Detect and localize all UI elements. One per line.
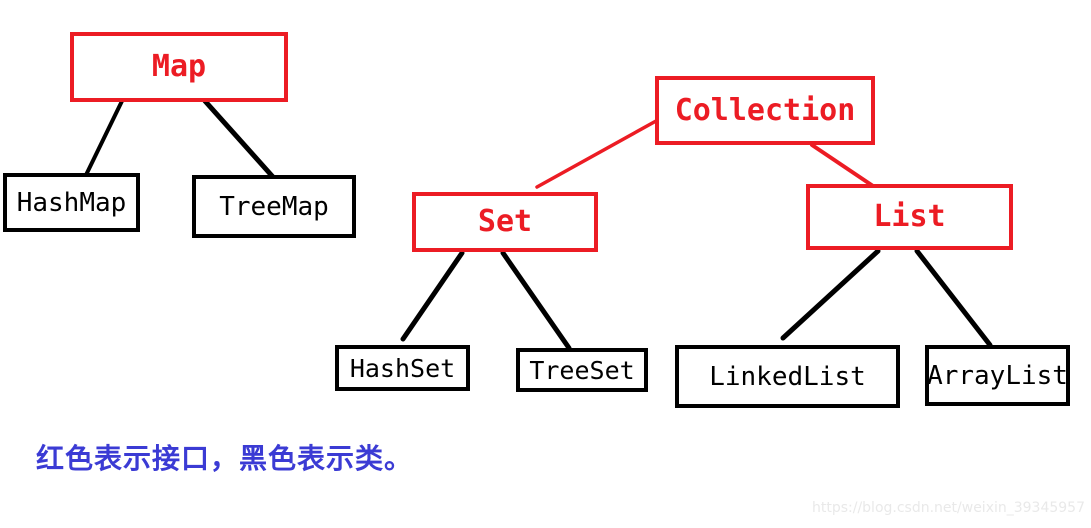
edge-collection-list: [810, 143, 875, 188]
node-arraylist[interactable]: ArrayList: [925, 345, 1070, 406]
node-label-map: Map: [151, 49, 207, 84]
edge-set-treeset: [500, 250, 572, 351]
node-map[interactable]: Map: [70, 32, 288, 102]
node-label-treeset: TreeSet: [529, 355, 635, 385]
node-label-treemap: TreeMap: [219, 191, 329, 222]
node-treemap[interactable]: TreeMap: [192, 175, 356, 238]
edge-set-hashset: [400, 250, 465, 342]
node-label-set: Set: [477, 204, 533, 239]
diagram-canvas: Map HashMap TreeMap Collection Set List HashSe…: [0, 0, 1091, 528]
edge-map-hashmap: [84, 99, 124, 177]
legend-caption: 红色表示接口，黑色表示类。: [36, 442, 414, 475]
node-label-list: List: [873, 199, 946, 234]
watermark-text: https://blog.csdn.net/weixin_39345957: [811, 500, 1085, 516]
node-hashmap[interactable]: HashMap: [3, 173, 140, 232]
node-label-hashmap: HashMap: [16, 187, 127, 218]
node-label-linkedlist: LinkedList: [709, 361, 866, 392]
node-linkedlist[interactable]: LinkedList: [675, 345, 900, 408]
node-treeset[interactable]: TreeSet: [516, 348, 648, 392]
node-label-collection: Collection: [674, 92, 856, 128]
node-label-arraylist: ArrayList: [927, 360, 1068, 391]
node-list[interactable]: List: [806, 184, 1013, 250]
node-hashset[interactable]: HashSet: [335, 345, 470, 391]
edge-map-treemap: [202, 98, 276, 180]
node-set[interactable]: Set: [412, 192, 598, 252]
edge-collection-set: [535, 119, 658, 189]
node-collection[interactable]: Collection: [655, 76, 875, 145]
edge-list-linkedlist: [780, 248, 881, 341]
node-label-hashset: HashSet: [349, 353, 456, 383]
edge-list-arraylist: [914, 248, 993, 348]
